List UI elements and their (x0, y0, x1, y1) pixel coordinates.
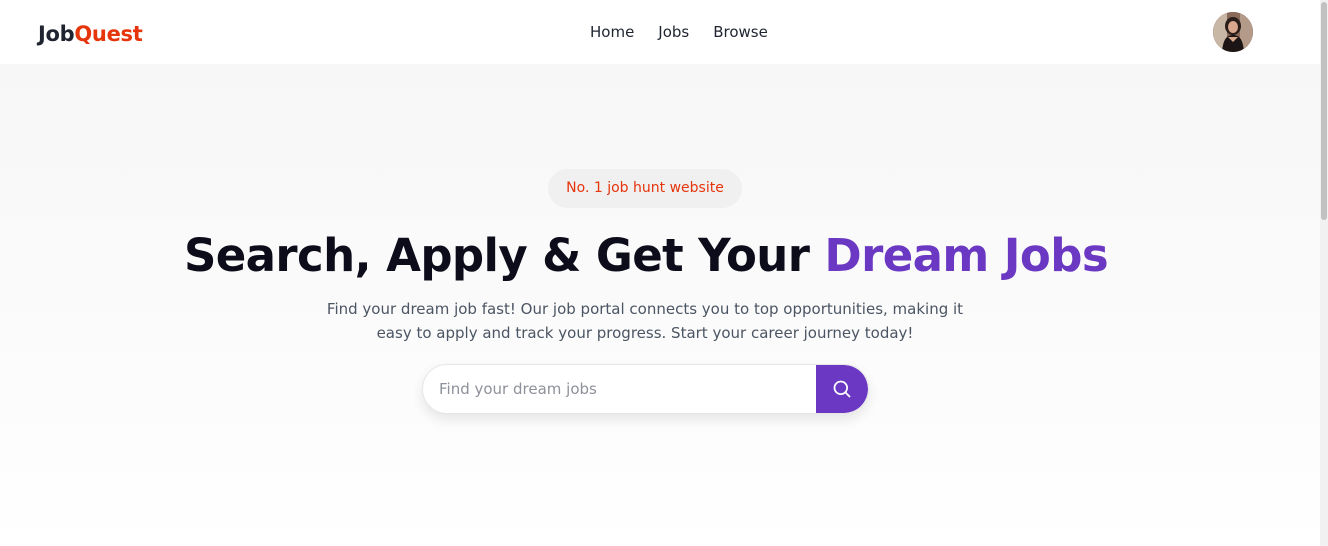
main-content: JobQuest Home Jobs Browse No. 1 job hunt… (0, 0, 1320, 546)
page-scrollbar[interactable] (1320, 0, 1328, 546)
search-input[interactable] (423, 365, 818, 413)
nav-item-jobs[interactable]: Jobs (658, 22, 689, 42)
logo-text-quest: Quest (74, 22, 143, 46)
scrollbar-thumb[interactable] (1321, 2, 1327, 220)
nav-links: Home Jobs Browse (590, 22, 768, 42)
nav-item-home[interactable]: Home (590, 22, 634, 42)
logo-text-job: Job (38, 22, 75, 46)
hero-badge: No. 1 job hunt website (548, 169, 742, 208)
search-button[interactable] (816, 365, 868, 413)
avatar-photo-icon (1213, 12, 1253, 52)
page: JobQuest Home Jobs Browse No. 1 job hunt… (0, 0, 1328, 546)
logo[interactable]: JobQuest (38, 21, 143, 47)
headline-main: Search, Apply & Get Your (183, 229, 825, 282)
navbar: JobQuest Home Jobs Browse (0, 0, 1320, 64)
search-icon (833, 380, 851, 398)
user-avatar[interactable] (1213, 12, 1253, 52)
hero-subtitle: Find your dream job fast! Our job portal… (326, 300, 964, 342)
search-bar (422, 364, 869, 414)
hero-section: No. 1 job hunt website Search, Apply & G… (0, 64, 1320, 546)
hero-headline: Search, Apply & Get Your Dream Jobs (0, 228, 1292, 284)
nav-item-browse[interactable]: Browse (713, 22, 768, 42)
headline-accent: Dream Jobs (824, 229, 1109, 282)
